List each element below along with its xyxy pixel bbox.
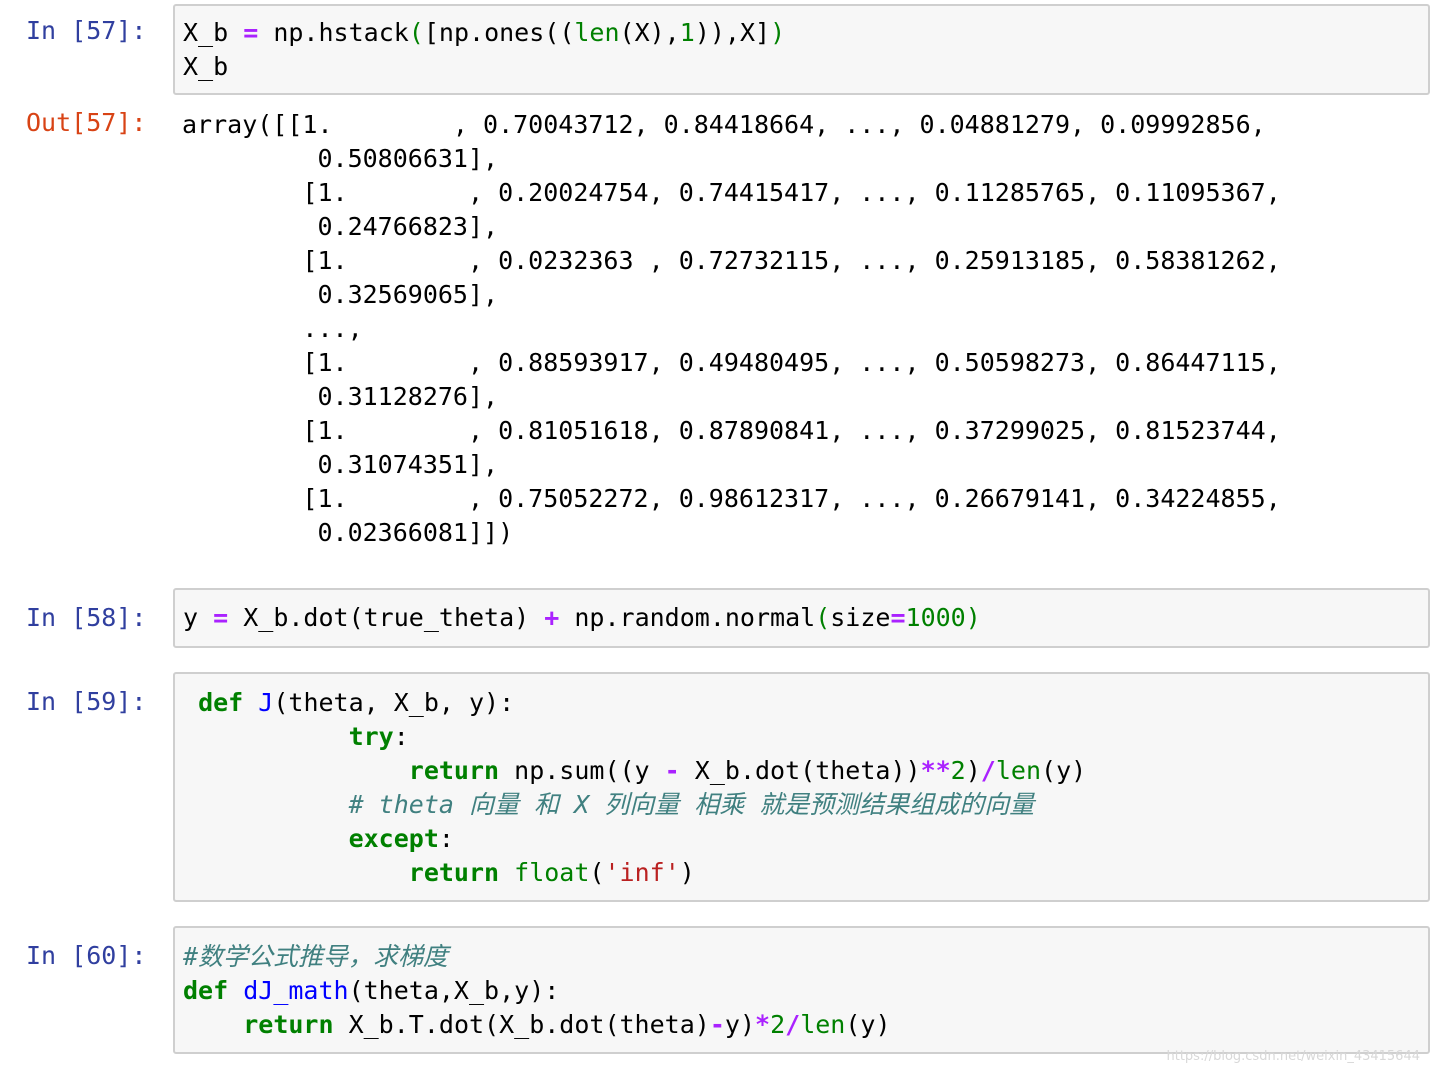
code-token: )),X] bbox=[694, 18, 771, 47]
code-token: np.sum((y bbox=[499, 756, 665, 785]
code-token: (theta,X_b,y): bbox=[348, 976, 560, 1005]
code-token: size bbox=[830, 603, 891, 632]
code-editor[interactable]: def J(theta, X_b, y): try: return np.sum… bbox=[173, 672, 1430, 902]
code-token: ( bbox=[815, 603, 831, 632]
code-token: return bbox=[243, 1010, 334, 1039]
code-editor[interactable]: #数学公式推导，求梯度 def dJ_math(theta,X_b,y): re… bbox=[173, 926, 1430, 1054]
code-token: dJ_math bbox=[243, 976, 349, 1005]
code-token: return bbox=[408, 756, 500, 785]
code-token: 2 bbox=[770, 1010, 786, 1039]
code-token: ) bbox=[679, 858, 695, 887]
code-token: len bbox=[800, 1010, 846, 1039]
code-token: : bbox=[438, 824, 454, 853]
input-prompt: In [57]: bbox=[26, 16, 147, 45]
code-token: / bbox=[785, 1010, 801, 1039]
code-token: * bbox=[755, 1010, 771, 1039]
watermark: https://blog.csdn.net/weixin_43415644 bbox=[1166, 1049, 1420, 1064]
code-token: len bbox=[995, 756, 1042, 785]
code-token: np.hstack bbox=[258, 18, 409, 47]
code-token: ( bbox=[589, 858, 605, 887]
output-prompt: Out[57]: bbox=[26, 108, 147, 137]
input-prompt: In [58]: bbox=[26, 603, 147, 632]
code-token: J bbox=[258, 688, 274, 717]
code-token: 2 bbox=[950, 756, 966, 785]
code-token: + bbox=[544, 603, 560, 632]
code-token: = bbox=[243, 18, 259, 47]
code-token: - bbox=[709, 1010, 725, 1039]
input-prompt: In [60]: bbox=[26, 941, 147, 970]
code-token: / bbox=[980, 756, 996, 785]
code-text[interactable]: def J(theta, X_b, y): try: return np.sum… bbox=[183, 686, 1086, 890]
code-token: X_b bbox=[183, 18, 244, 47]
code-text[interactable]: y = X_b.dot(true_theta) + np.random.norm… bbox=[183, 601, 981, 635]
code-token: 'inf' bbox=[604, 858, 680, 887]
code-token: # theta 向量 和 X 列向量 相乘 就是预测结果组成的向量 bbox=[348, 790, 1035, 819]
code-token: X_b bbox=[183, 52, 229, 81]
code-token: def bbox=[198, 688, 244, 717]
code-token: y) bbox=[724, 1010, 755, 1039]
code-text[interactable]: #数学公式推导，求梯度 def dJ_math(theta,X_b,y): re… bbox=[183, 940, 891, 1042]
code-token: #数学公式推导，求梯度 bbox=[183, 942, 449, 971]
code-token: X_b.dot(true_theta) bbox=[228, 603, 545, 632]
code-token: try bbox=[348, 722, 394, 751]
code-token: (y) bbox=[1041, 756, 1087, 785]
code-token: ) bbox=[965, 603, 981, 632]
code-token: (X), bbox=[619, 18, 680, 47]
code-token: - bbox=[664, 756, 680, 785]
code-text[interactable]: X_b = np.hstack([np.ones((len(X),1)),X])… bbox=[183, 16, 785, 84]
code-token: X_b.dot(theta)) bbox=[679, 756, 921, 785]
code-token: : bbox=[393, 722, 409, 751]
code-token: ) bbox=[770, 18, 786, 47]
code-token: = bbox=[213, 603, 229, 632]
code-token: X_b.T.dot(X_b.dot(theta) bbox=[333, 1010, 710, 1039]
code-token: ) bbox=[965, 756, 981, 785]
code-token: def bbox=[183, 976, 229, 1005]
code-token: np.random.normal bbox=[559, 603, 816, 632]
code-editor[interactable]: y = X_b.dot(true_theta) + np.random.norm… bbox=[173, 588, 1430, 648]
code-token: except bbox=[348, 824, 439, 853]
output-text: array([[1. , 0.70043712, 0.84418664, ...… bbox=[182, 110, 1281, 547]
code-token: (theta, X_b, y): bbox=[273, 688, 515, 717]
code-token: len bbox=[574, 18, 620, 47]
code-token: y bbox=[183, 603, 214, 632]
input-prompt: In [59]: bbox=[26, 687, 147, 716]
code-token: return bbox=[408, 858, 500, 887]
code-token: (y) bbox=[845, 1010, 891, 1039]
code-token: 1000 bbox=[905, 603, 966, 632]
code-editor[interactable]: X_b = np.hstack([np.ones((len(X),1)),X])… bbox=[173, 4, 1430, 95]
code-token: ** bbox=[920, 756, 951, 785]
code-token: = bbox=[890, 603, 906, 632]
code-token: float bbox=[514, 858, 590, 887]
code-token: 1 bbox=[679, 18, 695, 47]
code-token: [np.ones(( bbox=[423, 18, 575, 47]
code-token: ( bbox=[408, 18, 424, 47]
